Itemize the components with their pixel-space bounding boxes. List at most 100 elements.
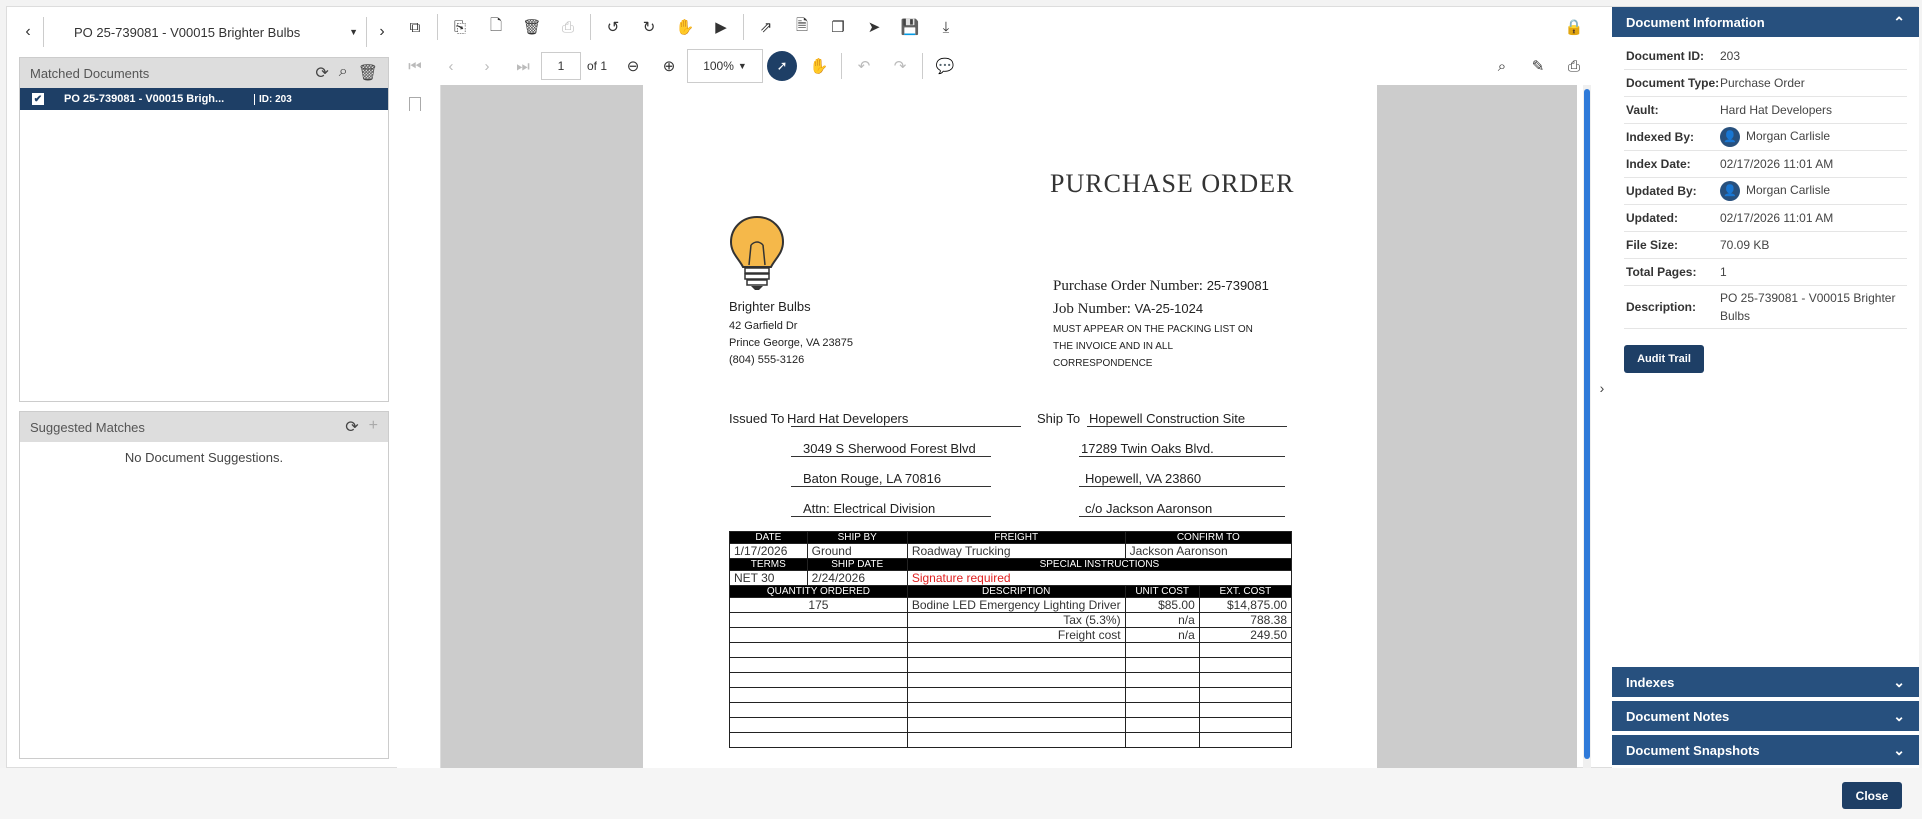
zoom-value: 100% (703, 59, 734, 73)
header-cell: DESCRIPTION (906, 585, 1126, 598)
refresh-icon[interactable]: ⟳ (345, 417, 358, 437)
comment-icon[interactable]: 💬 (927, 51, 963, 81)
table-row (729, 732, 1293, 748)
table-header-row: QUANTITY ORDERED DESCRIPTION UNIT COST E… (729, 585, 1293, 598)
header-cell: SHIP DATE (806, 558, 908, 571)
delete-page-icon[interactable]: 🗑 (514, 12, 550, 42)
table-row (729, 717, 1293, 733)
document-notes-section-header[interactable]: Document Notes ⌄ (1612, 701, 1919, 731)
vendor-phone: (804) 555-3126 (729, 354, 805, 366)
trash-icon[interactable]: 🗑 (358, 63, 378, 83)
video-icon[interactable]: ▶ (703, 12, 739, 42)
document-select[interactable]: PO 25-739081 - V00015 Brighter Bulbs ▼ (43, 17, 367, 47)
header-cell: EXT. COST (1198, 585, 1293, 598)
cell: 788.38 (1198, 612, 1293, 628)
document-information-title: Document Information (1626, 14, 1765, 30)
ship-to-line-1: Hopewell Construction Site (1089, 411, 1246, 426)
save-icon[interactable]: 💾 (892, 12, 928, 42)
duplicate-icon[interactable]: ❐ (820, 12, 856, 42)
indexes-section-header[interactable]: Indexes ⌄ (1612, 667, 1919, 697)
info-value: Morgan Carlisle (1746, 183, 1831, 198)
po-details-table: DATE SHIP BY FREIGHT CONFIRM TO 1/17/202… (729, 531, 1293, 748)
info-value: 203 (1720, 49, 1741, 63)
split-icon[interactable]: ⎘ (442, 12, 478, 42)
po-notice: MUST APPEAR ON THE PACKING LIST ON THE I… (1053, 324, 1253, 369)
annotate-icon[interactable]: ✎ (1520, 51, 1556, 81)
refresh-icon[interactable]: ⟳ (315, 63, 328, 83)
po-number-label: Purchase Order Number: (1053, 278, 1203, 294)
chevron-down-icon: ⌄ (1893, 707, 1905, 724)
document-page: PURCHASE ORDER Brighter Bulbs 42 Garfiel… (643, 85, 1377, 769)
table-row: 175 Bodine LED Emergency Lighting Driver… (729, 597, 1293, 613)
suggested-matches-header: Suggested Matches ⟳ + (20, 412, 388, 442)
row-checkbox[interactable]: ✔ (32, 93, 44, 105)
header-cell: TERMS (729, 558, 808, 571)
pan-tool-icon[interactable]: ✋ (801, 51, 837, 81)
next-page-icon[interactable]: › (469, 51, 505, 81)
bookmark-icon[interactable] (409, 97, 421, 111)
rotate-right-icon[interactable]: ↻ (631, 12, 667, 42)
header-cell: DATE (729, 531, 808, 544)
prev-document-icon[interactable]: ‹ (17, 21, 39, 43)
insert-page-icon[interactable]: 🗋 (478, 12, 514, 42)
matched-documents-panel: Matched Documents ⟳ ⌕ 🗑 ✔ PO 25-739081 -… (19, 57, 389, 402)
page-count: of 1 (587, 59, 608, 73)
open-external-icon[interactable]: ⇗ (748, 12, 784, 42)
extract-icon[interactable]: ⎙ (550, 12, 586, 42)
table-header-row: TERMS SHIP DATE SPECIAL INSTRUCTIONS (729, 558, 1293, 571)
bookmark-column (397, 85, 441, 769)
cell: n/a (1124, 627, 1200, 643)
search-icon[interactable]: ⌕ (339, 63, 348, 83)
matched-document-row[interactable]: ✔ PO 25-739081 - V00015 Brigh... ID: 203 (20, 88, 388, 110)
close-button[interactable]: Close (1842, 782, 1902, 809)
job-number-label: Job Number: (1053, 301, 1131, 317)
info-value: Morgan Carlisle (1746, 129, 1831, 144)
vertical-scrollbar[interactable] (1583, 85, 1591, 769)
page-number-input[interactable]: 1 (541, 52, 581, 80)
info-row-updated-by: Updated By: 👤 Morgan Carlisle (1624, 178, 1907, 205)
vendor-address-1: 42 Garfield Dr (729, 320, 798, 332)
cell: Tax (5.3%) (906, 612, 1126, 628)
prev-page-icon[interactable]: ‹ (433, 51, 469, 81)
add-icon[interactable]: + (369, 417, 378, 437)
zoom-in-icon[interactable]: ⊕ (651, 51, 687, 81)
header-cell: CONFIRM TO (1124, 531, 1293, 544)
undo-icon[interactable]: ↶ (846, 51, 882, 81)
table-row (729, 702, 1293, 718)
last-page-icon[interactable]: ⏭ (505, 51, 541, 81)
next-document-icon[interactable]: › (371, 21, 393, 43)
chevron-down-icon: ⌄ (1893, 741, 1905, 758)
table-row: NET 30 2/24/2026 Signature required (729, 570, 1293, 586)
view-toolbar: ⏮ ‹ › ⏭ 1 of 1 ⊖ ⊕ 100% ▼ ➚ ✋ ↶ ↷ 💬 ⌕ ✎ … (397, 47, 1592, 85)
info-value: 02/17/2026 11:01 AM (1720, 157, 1834, 171)
document-snapshots-section-header[interactable]: Document Snapshots ⌄ (1612, 735, 1919, 765)
header-cell: QUANTITY ORDERED (729, 585, 908, 598)
download-icon[interactable]: ⤓ (928, 12, 964, 42)
copy-pages-icon[interactable]: ⧉ (397, 12, 433, 42)
info-row-index-date: Index Date: 02/17/2026 11:01 AM (1624, 151, 1907, 178)
table-row (729, 642, 1293, 658)
zoom-select[interactable]: 100% ▼ (687, 49, 764, 83)
audit-trail-button[interactable]: Audit Trail (1624, 345, 1704, 373)
zoom-out-icon[interactable]: ⊖ (615, 51, 651, 81)
add-document-icon[interactable]: 🗎 (784, 12, 820, 42)
info-row-indexed-by: Indexed By: 👤 Morgan Carlisle (1624, 124, 1907, 151)
info-label: Total Pages: (1626, 265, 1697, 279)
document-information-header[interactable]: Document Information ⌃ (1612, 7, 1919, 37)
suggested-matches-panel: Suggested Matches ⟳ + No Document Sugges… (19, 411, 389, 759)
first-page-icon[interactable]: ⏮ (397, 51, 433, 81)
redact-icon[interactable]: ✋ (667, 12, 703, 42)
po-number-block: Purchase Order Number: 25-739081 Job Num… (1053, 275, 1269, 321)
special-instructions-cell: Signature required (906, 570, 1293, 586)
table-header-row: DATE SHIP BY FREIGHT CONFIRM TO (729, 531, 1293, 544)
send-icon[interactable]: ➤ (856, 12, 892, 42)
search-icon[interactable]: ⌕ (1484, 51, 1520, 81)
scrollbar-thumb[interactable] (1584, 89, 1590, 759)
redo-icon[interactable]: ↷ (882, 51, 918, 81)
chevron-right-icon[interactable]: › (1592, 7, 1612, 769)
select-tool-icon[interactable]: ➚ (767, 51, 798, 81)
matched-documents-header: Matched Documents ⟳ ⌕ 🗑 (20, 58, 388, 88)
lock-icon[interactable]: 🔒 (1556, 12, 1592, 42)
rotate-left-icon[interactable]: ↺ (595, 12, 631, 42)
print-icon[interactable]: ⎙ (1556, 51, 1592, 81)
